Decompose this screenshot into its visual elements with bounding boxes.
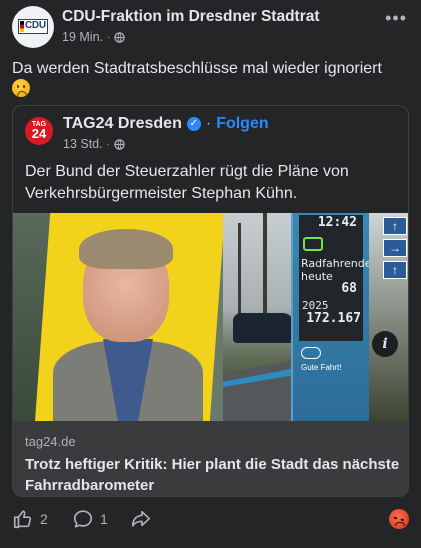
post-time[interactable]: 19 Min. [62,30,103,44]
share-button[interactable] [130,508,152,530]
thumbs-up-icon [13,510,32,529]
shared-meta-separator: · [106,138,110,150]
action-bar: 2 1 [12,506,409,534]
traffic-signs: ↑ → ↑ [369,213,408,421]
tag24-avatar[interactable]: TAG 24 [25,117,53,145]
board-clock: 12:42 [317,215,357,230]
bike-symbol-icon [301,347,321,359]
comment-icon [73,510,93,528]
info-icon[interactable]: i [372,331,398,357]
like-button[interactable]: 2 [12,508,48,530]
link-headline: Trotz heftiger Kritik: Hier plant die St… [25,456,400,494]
meta-separator: · [107,31,111,43]
post-text: Da werden Stadtratsbeschlüsse mal wieder… [12,58,412,100]
more-options-icon[interactable]: ••• [385,8,407,29]
share-icon [131,510,151,527]
link-domain: tag24.de [25,434,76,449]
cdu-avatar[interactable]: CDU [12,6,54,48]
shared-meta: 13 Std. · [63,137,125,151]
follow-separator: · [205,115,212,132]
arrow-up-sign-icon: ↑ [383,261,407,279]
shared-author-row: TAG24 Dresden ✓ · Folgen [63,115,269,133]
follow-button[interactable]: Folgen [216,115,268,133]
link-preview[interactable]: tag24.de Trotz heftiger Kritik: Hier pla… [13,421,408,496]
comment-button[interactable]: 1 [72,508,108,530]
board-label: Radfahrende heute [301,257,372,283]
disappointed-face-emoji-icon [12,79,30,97]
bike-counter-display: 12:42 Radfahrende heute 68 2025 172.167 … [291,213,372,421]
shared-post-card[interactable]: TAG 24 TAG24 Dresden ✓ · Folgen 13 Std. … [12,105,409,497]
board-slogan: Gute Fahrt! [301,363,342,372]
shared-author[interactable]: TAG24 Dresden [63,115,182,133]
board-today: 68 [341,281,357,296]
arrow-right-sign-icon: → [383,239,407,257]
arrow-up-sign-icon: ↑ [383,217,407,235]
angry-reaction-icon[interactable] [389,509,409,529]
post-text-body: Da werden Stadtratsbeschlüsse mal wieder… [12,60,382,77]
like-count: 2 [40,511,48,527]
article-image[interactable]: 12:42 Radfahrende heute 68 2025 172.167 … [13,213,408,421]
cdu-logo: CDU [18,19,48,34]
post-header: CDU CDU-Fraktion im Dresdner Stadtrat 19… [12,6,409,48]
car [233,313,293,343]
globe-icon [114,31,126,43]
bike-icon [303,237,323,251]
shared-time[interactable]: 13 Std. [63,137,103,151]
comment-count: 1 [100,511,108,527]
verified-badge-icon: ✓ [186,117,201,131]
board-total: 172.167 [306,311,361,326]
post-meta: 19 Min. · [62,30,126,44]
shared-text: Der Bund der Steuerzahler rügt die Pläne… [25,163,349,202]
post-author[interactable]: CDU-Fraktion im Dresdner Stadtrat [62,8,320,26]
globe-icon [114,138,125,150]
